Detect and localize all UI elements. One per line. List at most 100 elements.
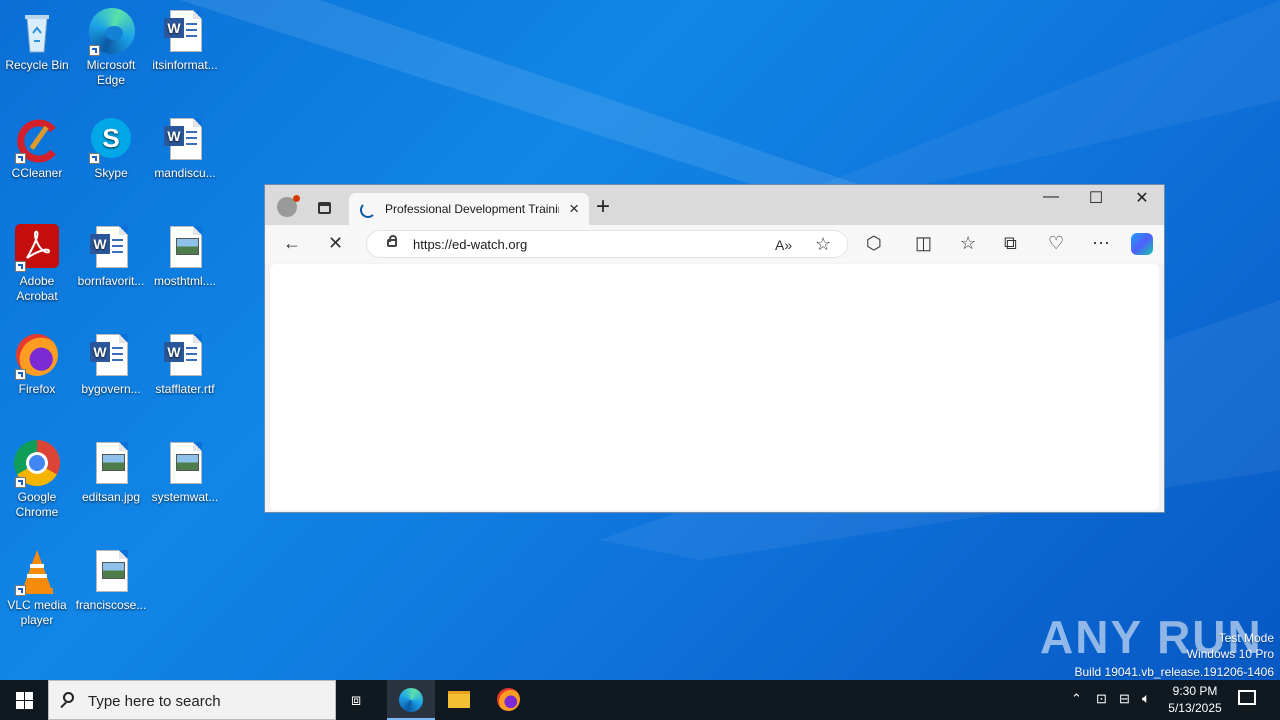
desktop-icon-systemwat[interactable]: systemwat... [148,440,222,505]
desktop-icon-label: bygovern... [81,382,141,396]
copilot-icon[interactable] [1131,233,1153,255]
taskbar-file-explorer[interactable] [435,680,483,720]
desktop-icon-stafflater[interactable]: W stafflater.rtf [148,332,222,397]
browser-essentials-icon[interactable]: ♡ [1048,233,1064,253]
watermark-test-mode: Test Mode [1218,631,1274,645]
lock-icon[interactable] [387,235,397,247]
tab-active[interactable]: Professional Development Training × [349,193,589,225]
desktop-icon-ccleaner[interactable]: CCleaner [0,116,74,181]
recycle-bin-icon [13,8,61,56]
desktop-icon-label: stafflater.rtf [155,382,215,396]
desktop-icon-skype[interactable]: S Skype [74,116,148,181]
maximize-button[interactable]: ☐ [1076,188,1116,208]
firefox-icon [13,332,61,380]
word-doc-icon: W [87,224,135,272]
desktop-icon-label: Adobe Acrobat [16,274,58,303]
network-icon[interactable]: ⊟ [1119,691,1130,707]
address-bar[interactable]: https://ed-watch.org A» ☆ [366,230,848,258]
desktop-icon-firefox[interactable]: Firefox [0,332,74,397]
desktop-icon-adobe-acrobat[interactable]: Adobe Acrobat [0,224,74,304]
taskbar-search-box[interactable]: Type here to search [48,680,336,720]
desktop-icon-mosthtml[interactable]: mosthtml.... [148,224,222,289]
image-file-icon [87,548,135,596]
desktop-icon-mandiscu[interactable]: W mandiscu... [148,116,222,181]
desktop-icon-label: Recycle Bin [5,58,69,72]
search-placeholder: Type here to search [88,693,221,710]
edge-browser-window[interactable]: Professional Development Training × + — … [264,184,1165,513]
desktop-icon-label: itsinformat... [152,58,218,72]
new-tab-icon[interactable]: + [596,194,610,220]
url-text[interactable]: https://ed-watch.org [413,237,527,252]
desktop-icon-recycle-bin[interactable]: Recycle Bin [0,8,74,73]
task-view-icon: ⧈ [351,692,362,709]
word-doc-icon: W [161,8,209,56]
folder-icon [448,691,470,708]
chrome-icon [13,440,61,488]
tab-actions-icon[interactable] [318,202,331,214]
skype-icon: S [87,116,135,164]
clock-time[interactable]: 9:30 PM [1160,684,1230,698]
desktop-icon-google-chrome[interactable]: Google Chrome [0,440,74,520]
chevron-up-icon[interactable]: ⌃ [1071,691,1082,707]
edge-icon [87,8,135,56]
taskbar-firefox[interactable] [484,680,532,720]
device-icon[interactable]: ⊡ [1096,691,1107,707]
close-tab-icon[interactable]: × [569,199,579,219]
desktop-icon-label: systemwat... [151,490,219,504]
search-icon [63,692,74,703]
loading-spinner-icon [360,202,376,218]
collections-icon[interactable]: ⧉ [1004,233,1017,253]
word-doc-icon: W [87,332,135,380]
desktop-icon-label: mandiscu... [154,166,216,180]
volume-icon[interactable]: 🔈︎ [1142,690,1150,707]
favorites-icon[interactable]: ☆ [960,233,976,253]
desktop-icon-microsoft-edge[interactable]: Microsoft Edge [74,8,148,88]
task-view-button[interactable]: ⧈ [336,680,384,720]
desktop-icon-vlc[interactable]: VLC media player [0,548,74,628]
minimize-button[interactable]: — [1031,188,1071,206]
navigation-toolbar: ← ✕ https://ed-watch.org A» ☆ ⬡ ◫ ☆ ⧉ ♡ … [265,225,1164,263]
profile-icon[interactable] [277,195,300,217]
close-window-button[interactable]: ✕ [1122,188,1162,208]
taskbar-edge[interactable] [387,680,435,720]
watermark-build: Build 19041.vb_release.191206-1406 [1074,665,1275,679]
start-button[interactable] [0,680,48,720]
tab-title: Professional Development Training [385,202,559,216]
stop-loading-icon[interactable]: ✕ [328,233,343,253]
desktop-icon-editsan[interactable]: editsan.jpg [74,440,148,505]
page-content[interactable] [270,264,1159,510]
desktop-icon-itsinformat[interactable]: W itsinformat... [148,8,222,73]
favorite-star-icon[interactable]: ☆ [815,234,831,254]
desktop-icon-label: Microsoft Edge [86,58,136,87]
split-screen-icon[interactable]: ◫ [915,233,932,253]
vlc-icon [13,548,61,596]
acrobat-icon [13,224,61,272]
desktop-icon-label: Firefox [18,382,56,396]
edge-icon [399,688,423,712]
ccleaner-icon [13,116,61,164]
desktop-icon-label: Skype [94,166,128,180]
desktop-icon-label: editsan.jpg [81,490,141,504]
desktop-icon-bygovern[interactable]: W bygovern... [74,332,148,397]
firefox-icon [497,688,520,711]
watermark-os: Windows 10 Pro [1186,647,1274,661]
desktop-icon-label: Google Chrome [15,490,59,519]
more-options-icon[interactable]: ⋯ [1092,233,1110,253]
read-aloud-icon[interactable]: A» [775,235,792,255]
back-arrow-icon[interactable]: ← [283,233,301,253]
desktop-icon-bornfavorit[interactable]: W bornfavorit... [74,224,148,289]
image-file-icon [87,440,135,488]
notification-icon[interactable] [1238,690,1256,705]
word-doc-icon: W [161,332,209,380]
desktop-icon-label: mosthtml.... [153,274,216,288]
desktop-icon-label: bornfavorit... [77,274,145,288]
desktop-icon-franciscose[interactable]: franciscose... [74,548,148,613]
clock-date[interactable]: 5/13/2025 [1160,701,1230,715]
image-file-icon [161,440,209,488]
tab-bar: Professional Development Training × + — … [265,185,1164,225]
desktop-icon-label: franciscose... [75,598,147,612]
word-doc-icon: W [161,116,209,164]
extensions-icon[interactable]: ⬡ [866,233,882,253]
image-file-icon [161,224,209,272]
desktop-icon-label: CCleaner [11,166,63,180]
